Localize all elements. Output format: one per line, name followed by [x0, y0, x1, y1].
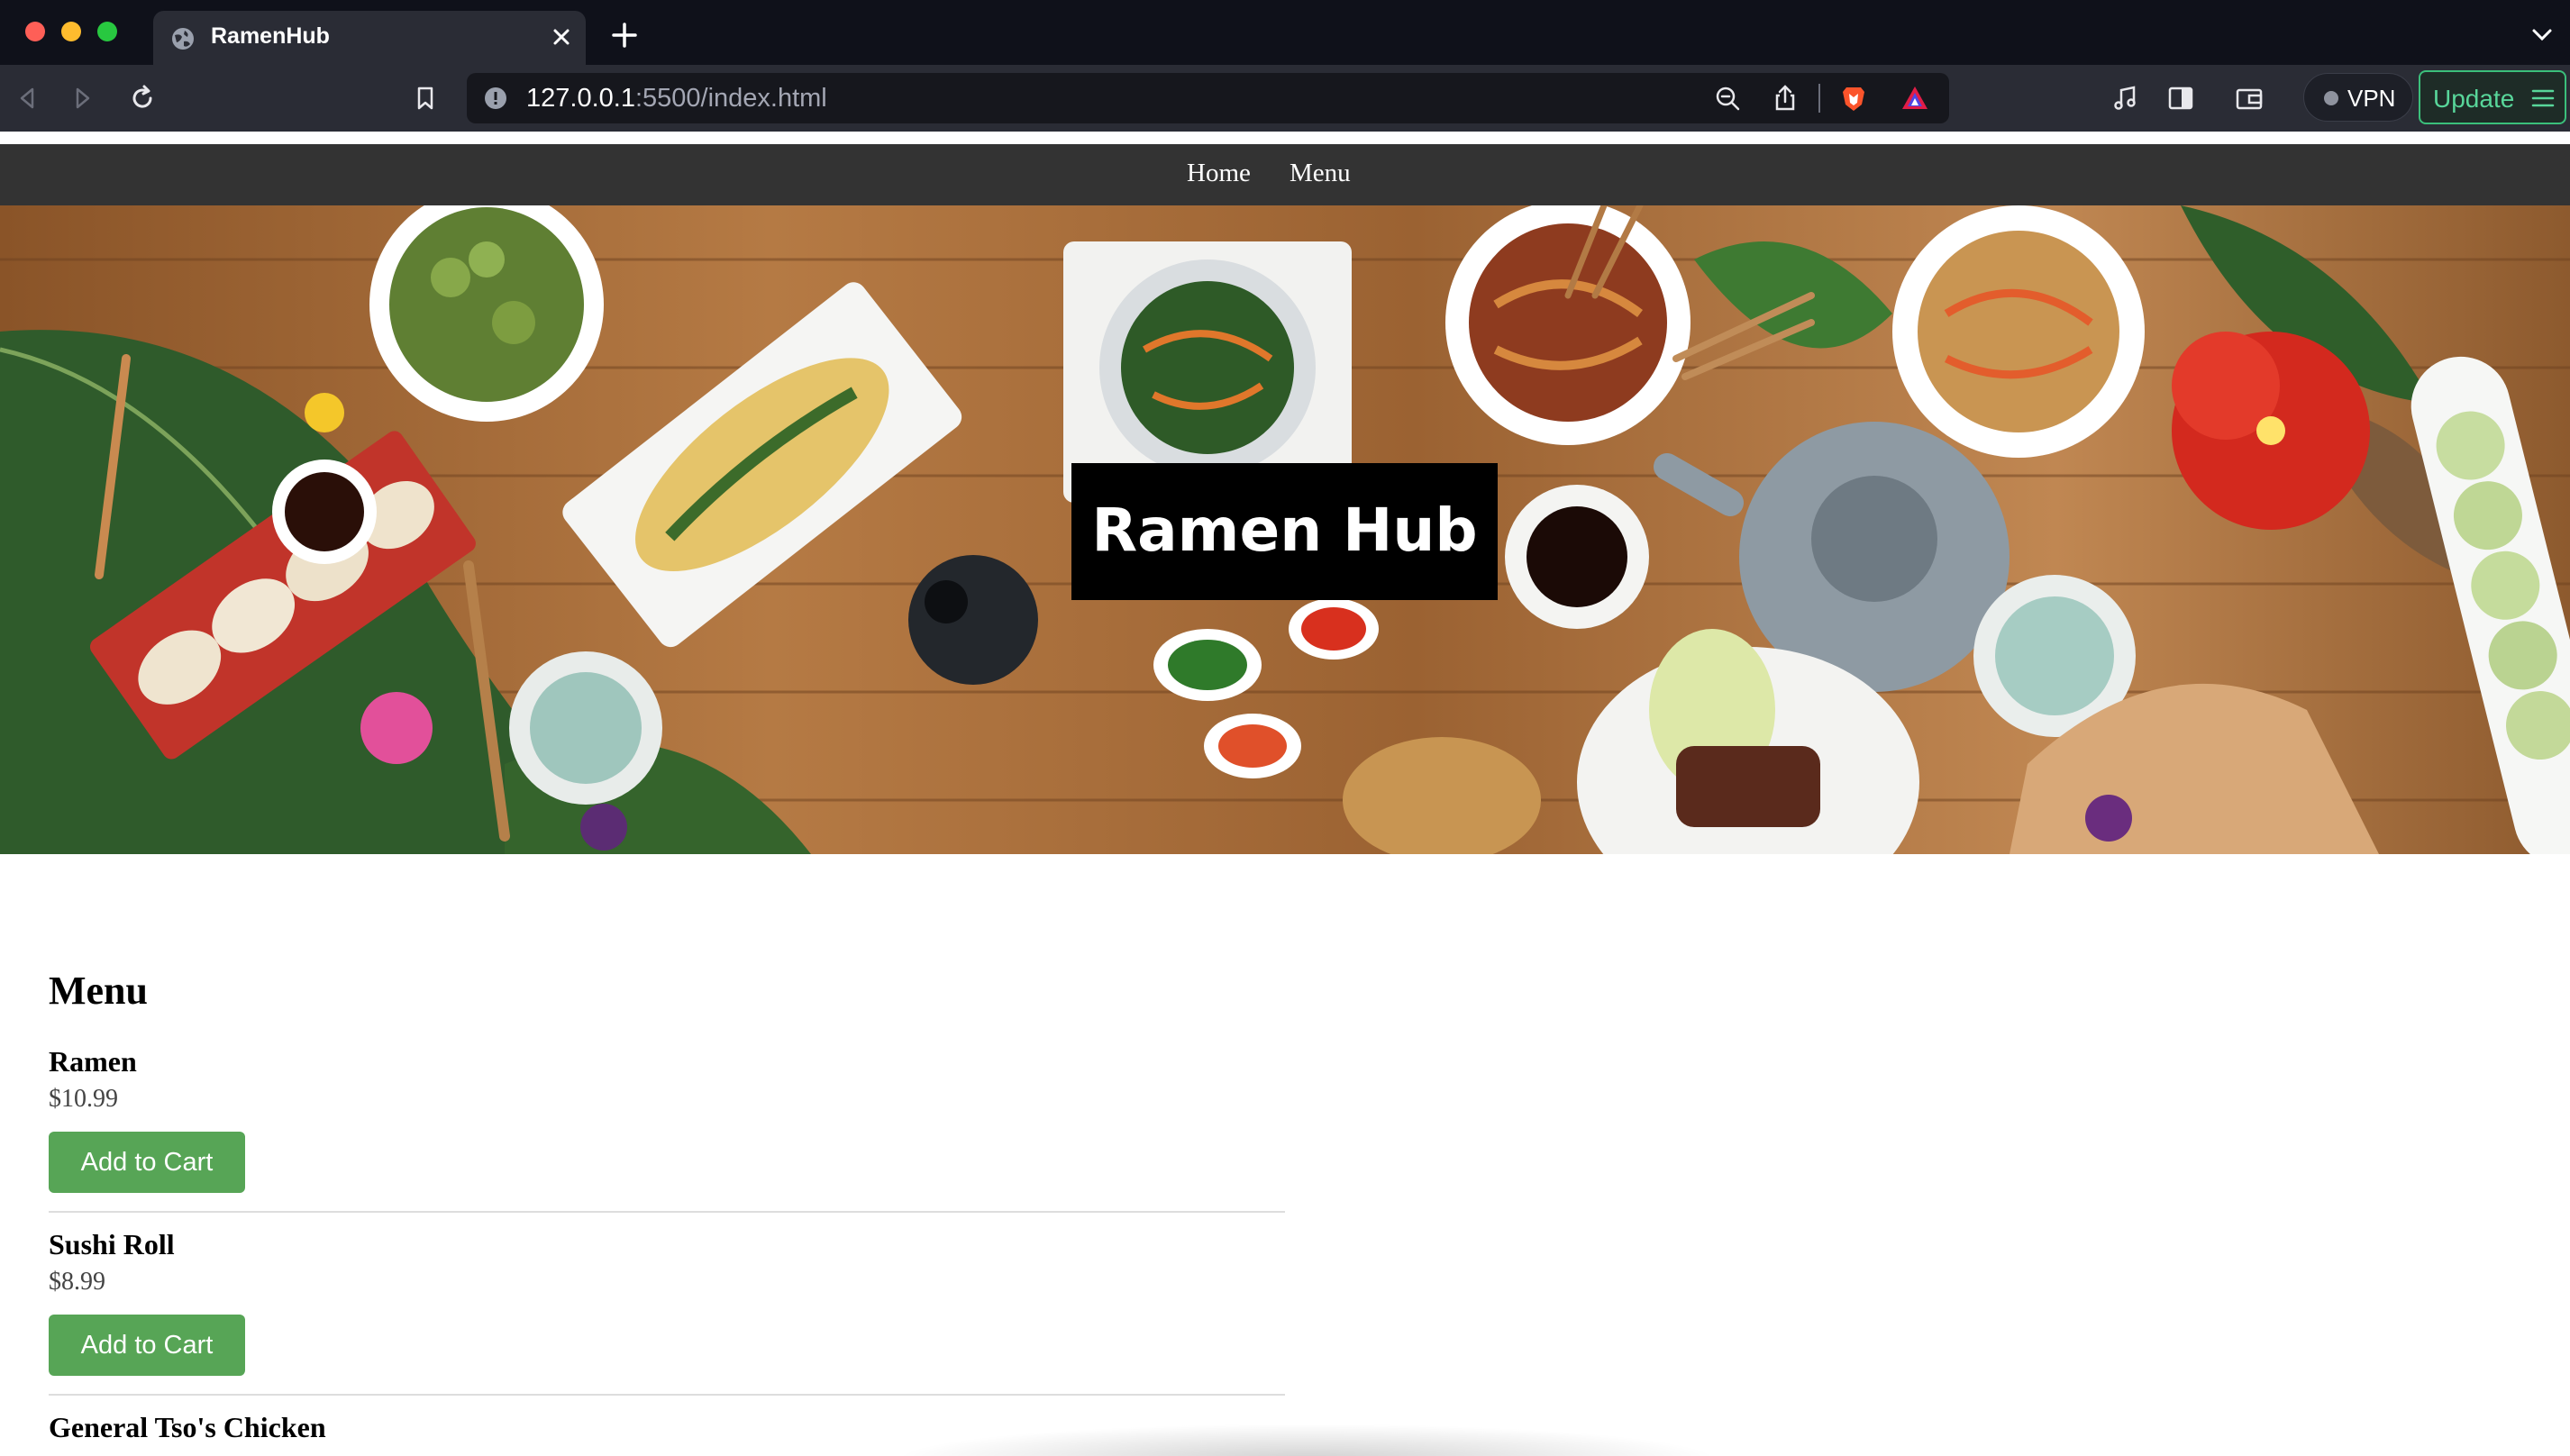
- update-label: Update: [2433, 85, 2515, 113]
- media-icon[interactable]: [2109, 82, 2141, 114]
- hero-title-box: Ramen Hub: [1071, 463, 1498, 600]
- hero-title: Ramen Hub: [1091, 496, 1478, 565]
- floating-shadow: [892, 1424, 1721, 1456]
- forward-icon[interactable]: [67, 82, 99, 114]
- url-host: 127.0.0.1: [526, 84, 635, 113]
- page-top-gap: [0, 132, 2570, 144]
- site-navigation: Home Menu: [0, 144, 2570, 205]
- chevron-down-icon[interactable]: [2530, 25, 2554, 43]
- browser-tab-bar: RamenHub: [0, 0, 2570, 65]
- add-to-cart-button[interactable]: Add to Cart: [49, 1315, 245, 1376]
- menu-item-price: $10.99: [49, 1085, 118, 1113]
- browser-tab-active[interactable]: RamenHub: [153, 11, 586, 65]
- menu-item-name: Sushi Roll: [49, 1228, 175, 1260]
- address-bar-separator: [1818, 84, 1820, 113]
- url-path: :5500/index.html: [634, 84, 827, 113]
- window-minimize-button[interactable]: [61, 22, 81, 41]
- globe-icon: [172, 28, 194, 50]
- nav-link-menu[interactable]: Menu: [1290, 159, 1351, 188]
- url-text: 127.0.0.1:5500/index.html: [526, 84, 827, 114]
- vpn-label: VPN: [2347, 85, 2396, 112]
- menu-item-name: General Tso's Chicken: [49, 1411, 326, 1443]
- update-button[interactable]: Update: [2419, 70, 2566, 124]
- hero-banner: Ramen Hub: [0, 205, 2570, 854]
- share-icon[interactable]: [1770, 83, 1800, 114]
- menu-item-name: Ramen: [49, 1045, 137, 1078]
- site-info-icon[interactable]: [483, 86, 508, 111]
- brave-shields-icon[interactable]: [1838, 83, 1869, 114]
- menu-item-divider: [49, 1394, 1285, 1396]
- browser-toolbar: 127.0.0.1:5500/index.html VPN Update: [0, 65, 2570, 132]
- nav-link-home[interactable]: Home: [1187, 159, 1251, 188]
- wallet-icon[interactable]: [2233, 82, 2265, 114]
- reload-icon[interactable]: [126, 82, 159, 114]
- menu-item-price: $8.99: [49, 1268, 105, 1296]
- window-zoom-button[interactable]: [97, 22, 117, 41]
- brave-rewards-icon[interactable]: [1900, 83, 1930, 114]
- zoom-icon[interactable]: [1712, 83, 1743, 114]
- add-to-cart-button[interactable]: Add to Cart: [49, 1132, 245, 1193]
- back-icon[interactable]: [11, 82, 43, 114]
- close-icon[interactable]: [548, 23, 575, 50]
- new-tab-icon[interactable]: [609, 20, 640, 50]
- vpn-status-dot: [2324, 91, 2338, 105]
- menu-item-divider: [49, 1211, 1285, 1213]
- tab-title: RamenHub: [211, 23, 330, 49]
- bookmark-icon[interactable]: [409, 82, 442, 114]
- address-bar[interactable]: 127.0.0.1:5500/index.html: [467, 73, 1949, 123]
- hamburger-menu-icon[interactable]: [2530, 86, 2556, 110]
- sidebar-icon[interactable]: [2164, 82, 2197, 114]
- window-close-button[interactable]: [25, 22, 45, 41]
- vpn-button[interactable]: VPN: [2303, 73, 2413, 122]
- menu-heading: Menu: [49, 969, 148, 1013]
